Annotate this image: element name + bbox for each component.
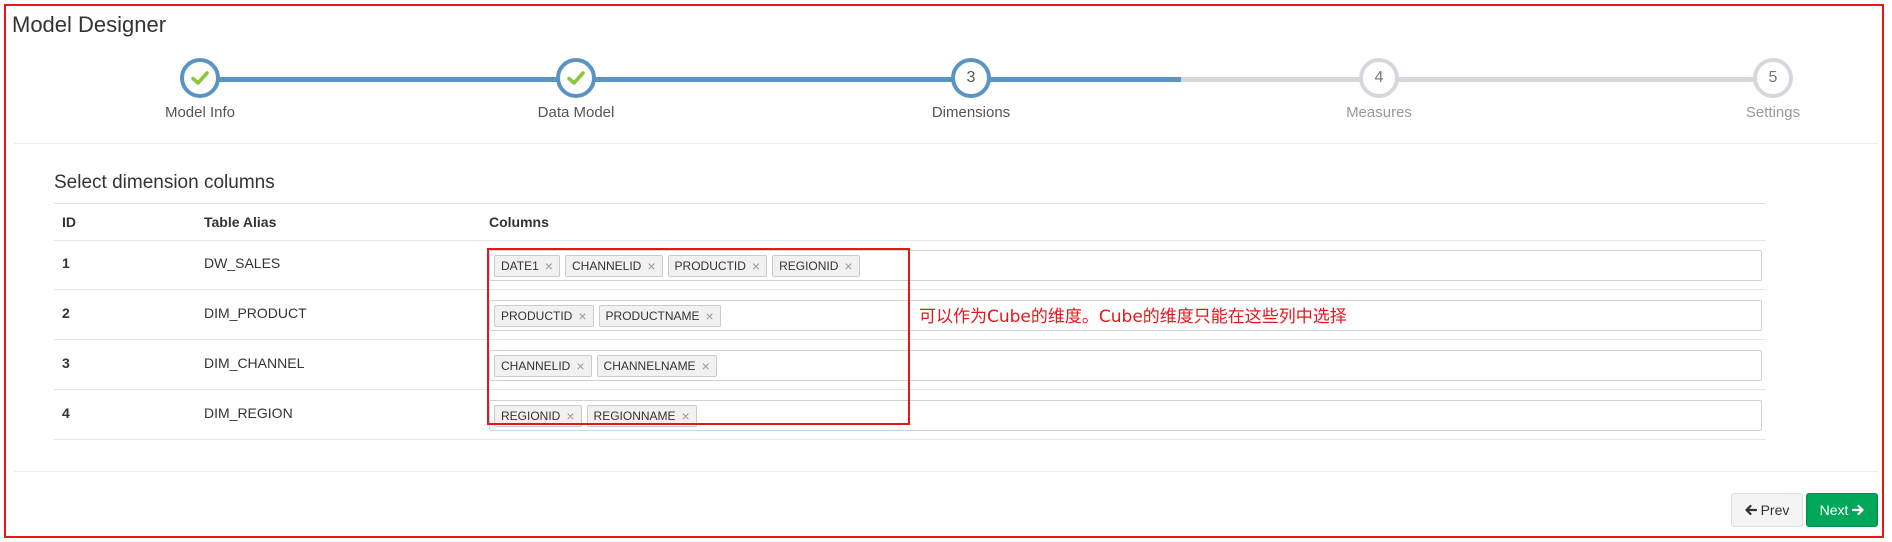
- next-button-label: Next: [1819, 502, 1849, 518]
- step-model-info[interactable]: [180, 58, 220, 98]
- page-title: Model Designer: [12, 12, 167, 37]
- step-label-dimensions: Dimensions: [931, 104, 1011, 121]
- annotation-highlight-box: [487, 248, 910, 425]
- table-top-border: [54, 203, 1766, 204]
- wizard-track-4: [1379, 77, 1777, 82]
- wizard-track-3a: [966, 77, 1181, 82]
- row-alias: DIM_REGION: [204, 405, 293, 421]
- row-divider: [54, 439, 1766, 440]
- step-dimensions[interactable]: 3: [951, 58, 991, 98]
- row-divider: [54, 389, 1766, 390]
- prev-button[interactable]: Prev: [1731, 493, 1803, 527]
- header-id: ID: [62, 214, 76, 230]
- divider: [14, 471, 1878, 472]
- step-settings[interactable]: 5: [1753, 58, 1793, 98]
- annotation-text: 可以作为Cube的维度。Cube的维度只能在这些列中选择: [919, 307, 1347, 327]
- step-data-model[interactable]: [556, 58, 596, 98]
- check-icon: [567, 71, 585, 85]
- wizard-track-3b: [1181, 77, 1379, 82]
- row-divider: [54, 240, 1766, 241]
- row-id: 4: [62, 405, 70, 421]
- next-button[interactable]: Next: [1806, 493, 1878, 527]
- prev-button-label: Prev: [1760, 502, 1790, 518]
- row-id: 3: [62, 355, 70, 371]
- row-alias: DW_SALES: [204, 255, 281, 271]
- wizard-track-2: [571, 77, 966, 82]
- row-id: 2: [62, 305, 70, 321]
- arrow-right-icon: [1852, 504, 1864, 516]
- header-columns: Columns: [489, 214, 549, 230]
- step-measures[interactable]: 4: [1359, 58, 1399, 98]
- step-label-settings: Settings: [1745, 104, 1801, 121]
- section-title: Select dimension columns: [54, 172, 275, 193]
- header-table-alias: Table Alias: [204, 214, 277, 230]
- step-label-data-model: Data Model: [537, 104, 615, 121]
- check-icon: [191, 71, 209, 85]
- arrow-left-icon: [1744, 504, 1757, 516]
- row-id: 1: [62, 255, 70, 271]
- step-label-measures: Measures: [1346, 104, 1412, 121]
- divider: [14, 143, 1878, 144]
- row-divider: [54, 289, 1766, 290]
- row-alias: DIM_PRODUCT: [204, 305, 307, 321]
- wizard-track-1: [195, 77, 571, 82]
- step-label-model-info: Model Info: [164, 104, 236, 121]
- row-divider: [54, 339, 1766, 340]
- row-alias: DIM_CHANNEL: [204, 355, 305, 371]
- wizard-steps: Model Info Data Model 3 Dimensions 4 Mea…: [0, 58, 1892, 128]
